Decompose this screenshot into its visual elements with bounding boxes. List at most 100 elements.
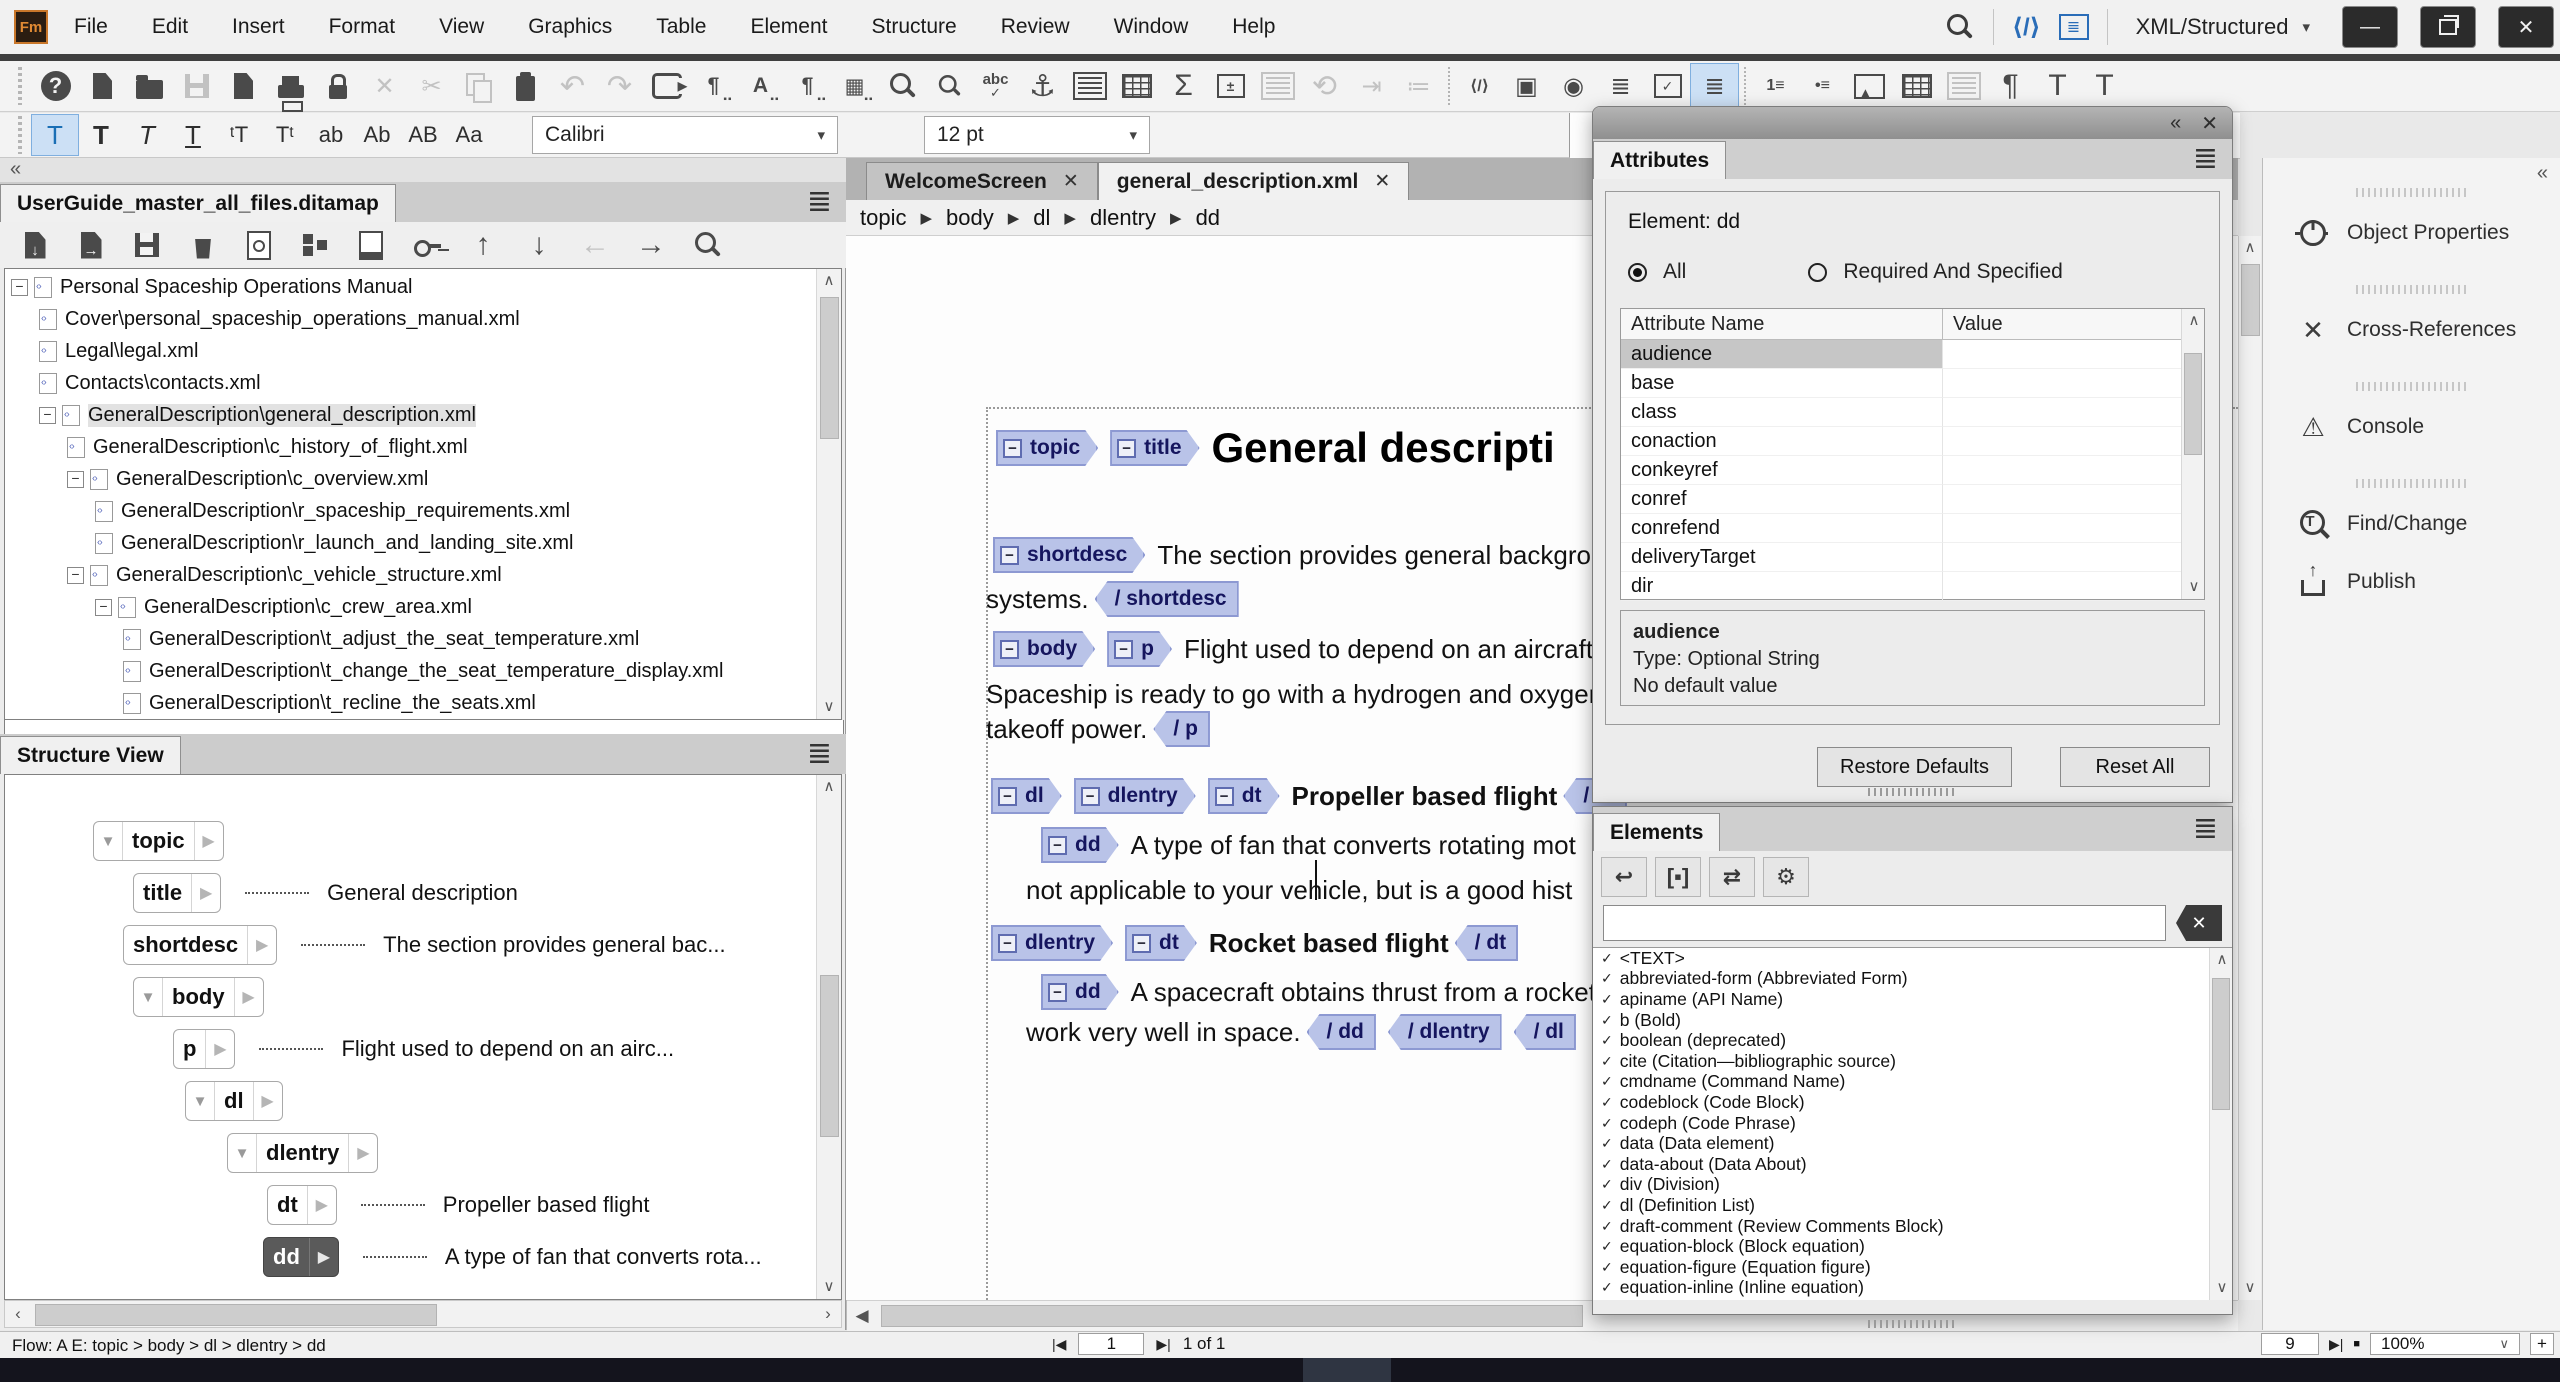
next-icon[interactable]: ▶| xyxy=(2329,1336,2343,1353)
expand-arrow-icon[interactable]: ▶ xyxy=(307,1186,336,1224)
toolbar-icon[interactable] xyxy=(1442,64,1456,108)
panel-menu-icon[interactable]: ≣ xyxy=(2193,144,2218,174)
tree-item[interactable]: Cover\personal_spaceship_operations_manu… xyxy=(5,303,841,335)
element-tag-dt[interactable]: −dt xyxy=(1208,778,1280,814)
panel-collapse-strip[interactable]: « xyxy=(0,158,846,182)
column-header-name[interactable]: Attribute Name xyxy=(1621,309,1943,339)
panel-drag-ridge[interactable] xyxy=(2356,285,2468,294)
structure-node[interactable]: ▼ topic ▶ xyxy=(5,815,841,867)
collapse-element-icon[interactable]: − xyxy=(1000,546,1019,565)
scroll-up-icon[interactable]: ∧ xyxy=(2239,236,2261,260)
expander-icon[interactable]: − xyxy=(39,407,56,424)
insert-element-icon[interactable]: ↩ xyxy=(1601,857,1647,897)
collapse-element-icon[interactable]: − xyxy=(1114,640,1133,659)
small-caps[interactable]: Aa xyxy=(446,115,492,155)
numbered-list-icon[interactable]: 1≡ xyxy=(1752,64,1799,108)
move-down-icon[interactable]: ↓ xyxy=(514,224,564,266)
element-list-item[interactable]: ✓ equation-block (Block equation) xyxy=(1593,1236,2232,1257)
sidebar-item-publish[interactable]: Publish xyxy=(2263,560,2560,604)
collapse-element-icon[interactable]: − xyxy=(1132,934,1151,953)
markers-icon[interactable] xyxy=(1254,64,1301,108)
element-end-tag-dlentry[interactable]: / dlentry xyxy=(1388,1014,1502,1050)
expander-icon[interactable]: − xyxy=(67,471,84,488)
tab-general-description[interactable]: general_description.xml✕ xyxy=(1098,162,1410,200)
panel-drag-ridge[interactable] xyxy=(2356,382,2468,391)
element-list-item[interactable]: ✓ draft-comment (Review Comments Block) xyxy=(1593,1216,2232,1237)
tab-elements[interactable]: Elements xyxy=(1593,813,1720,851)
workspace-switcher[interactable]: XML/Structured▾ xyxy=(2136,14,2310,40)
character-designer-icon[interactable]: T xyxy=(2034,64,2081,108)
key-manager-icon[interactable] xyxy=(402,224,452,266)
scrollbar-thumb[interactable] xyxy=(2241,264,2260,336)
structure-node[interactable]: p ▶ Flight used to depend on an airc... xyxy=(5,1023,841,1075)
scroll-up-icon[interactable]: ∧ xyxy=(817,775,841,799)
menu-item[interactable]: View xyxy=(439,15,484,39)
xml-view-icon[interactable]: ⟨/⟩ xyxy=(1456,64,1503,108)
collapse-element-icon[interactable]: − xyxy=(1003,439,1022,458)
anchor-icon[interactable]: ⚓ xyxy=(1019,64,1066,108)
expand-arrow-icon[interactable]: ▶ xyxy=(191,874,220,912)
change-element-icon[interactable]: ⇄ xyxy=(1709,857,1755,897)
attributes-panel-titlebar[interactable]: « ✕ xyxy=(1593,107,2232,139)
scroll-left-icon[interactable]: ‹ xyxy=(5,1301,31,1327)
structure-node[interactable]: title ▶ General description xyxy=(5,867,841,919)
menu-item[interactable]: File xyxy=(74,15,108,39)
element-list-item[interactable]: ✓ <TEXT> xyxy=(1593,948,2232,969)
structure-view-tab[interactable]: Structure View xyxy=(0,736,181,774)
character-catalog-icon[interactable]: A xyxy=(737,64,784,108)
paragraph-catalog-icon[interactable]: ¶ xyxy=(784,64,831,108)
tree-item[interactable]: GeneralDescription\t_recline_the_seats.x… xyxy=(5,687,841,719)
element-tag-shortdesc[interactable]: −shortdesc xyxy=(993,537,1145,573)
structure-node[interactable]: ▼ dlentry ▶ xyxy=(5,1127,841,1179)
delete-file-icon[interactable] xyxy=(178,224,228,266)
last-page-icon[interactable]: ▶| xyxy=(1156,1336,1170,1353)
panel-resize-handle[interactable] xyxy=(1868,1320,1958,1328)
element-end-tag-dt[interactable]: / dt xyxy=(1455,925,1519,961)
capitalize[interactable]: Ab xyxy=(354,115,400,155)
attribute-row[interactable]: dir xyxy=(1621,572,2204,601)
document-vertical-scrollbar[interactable]: ∧ ∨ xyxy=(2238,236,2261,1300)
wrap-element-icon[interactable]: [▪] xyxy=(1655,857,1701,897)
scroll-up-icon[interactable]: ∧ xyxy=(817,269,841,293)
paste-icon[interactable] xyxy=(502,64,549,108)
list-tools-icon[interactable]: ≔ xyxy=(1395,64,1442,108)
elements-search-input[interactable] xyxy=(1603,905,2166,941)
move-right-icon[interactable]: → xyxy=(626,224,676,266)
sidebar-item-object-properties[interactable]: Object Properties xyxy=(2263,211,2560,255)
element-tag-dlentry[interactable]: −dlentry xyxy=(991,925,1113,961)
collapse-element-icon[interactable]: − xyxy=(998,787,1017,806)
pilcrow-icon[interactable]: ¶ xyxy=(1987,64,2034,108)
collapse-element-icon[interactable]: − xyxy=(1081,787,1100,806)
tree-item[interactable]: − GeneralDescription\c_overview.xml xyxy=(5,463,841,495)
attribute-row[interactable]: conref xyxy=(1621,485,2204,514)
tree-item[interactable]: − GeneralDescription\general_description… xyxy=(5,399,841,431)
element-end-tag-p[interactable]: / p xyxy=(1153,711,1210,747)
structure-vertical-scrollbar[interactable]: ∧ ∨ xyxy=(816,775,841,1299)
copy-icon[interactable] xyxy=(455,64,502,108)
move-up-icon[interactable]: ↑ xyxy=(458,224,508,266)
menu-item[interactable]: Edit xyxy=(152,15,188,39)
collapse-element-icon[interactable]: − xyxy=(1117,439,1136,458)
structured-view-icon[interactable]: ≣ xyxy=(2059,14,2089,40)
element-tag-topic[interactable]: −topic xyxy=(996,430,1098,466)
toolbar-icon[interactable] xyxy=(1738,64,1752,108)
table-designer-icon[interactable] xyxy=(1893,64,1940,108)
expand-arrow-icon[interactable]: ▶ xyxy=(309,1238,338,1276)
zoom-tool-icon[interactable] xyxy=(925,64,972,108)
element-options-icon[interactable]: ⚙ xyxy=(1763,857,1809,897)
format-designer-icon[interactable]: ¶ xyxy=(690,64,737,108)
element-list-item[interactable]: ✓ data-about (Data About) xyxy=(1593,1154,2232,1175)
scrollbar-thumb[interactable] xyxy=(820,297,839,439)
xml-code-icon[interactable]: ⟨/⟩ xyxy=(2012,13,2041,42)
tree-item[interactable]: Contacts\contacts.xml xyxy=(5,367,841,399)
menu-item[interactable]: Insert xyxy=(232,15,285,39)
scrollbar-thumb[interactable] xyxy=(820,975,839,1137)
save-icon[interactable] xyxy=(173,64,220,108)
clear-search-icon[interactable]: ✕ xyxy=(2176,905,2222,941)
expand-arrow-icon[interactable]: ▶ xyxy=(253,1082,282,1120)
element-list-item[interactable]: ✓ abbreviated-form (Abbreviated Form) xyxy=(1593,969,2232,990)
preview-file-icon[interactable] xyxy=(234,224,284,266)
element-tag-dt[interactable]: −dt xyxy=(1125,925,1197,961)
tree-item[interactable]: GeneralDescription\r_launch_and_landing_… xyxy=(5,527,841,559)
element-list-item[interactable]: ✓ codeblock (Code Block) xyxy=(1593,1092,2232,1113)
